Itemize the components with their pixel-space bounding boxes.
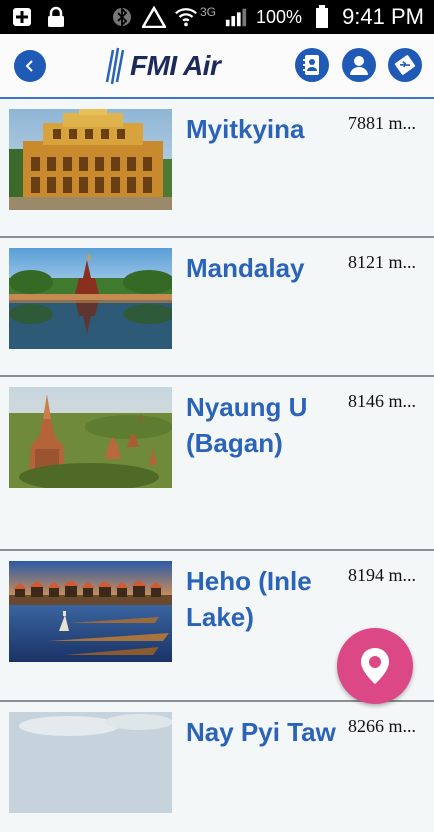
destination-thumbnail xyxy=(9,712,172,813)
destination-thumbnail xyxy=(9,248,172,349)
list-item[interactable]: Nay Pyi Taw 8266 m... xyxy=(0,702,434,832)
contacts-button[interactable] xyxy=(295,48,329,82)
destination-distance: 8121 m... xyxy=(348,252,417,272)
destination-name: Myitkyina xyxy=(186,114,305,144)
status-bar: 3G 100% 9:41 PM xyxy=(0,0,434,34)
network-type-label: 3G xyxy=(200,5,217,19)
ticket-button[interactable] xyxy=(388,48,422,82)
contacts-icon xyxy=(303,55,319,75)
destination-name: Mandalay xyxy=(186,253,305,283)
clock: 9:41 PM xyxy=(342,4,424,29)
ticket-icon xyxy=(395,55,415,75)
profile-icon xyxy=(350,56,368,75)
destination-name: Nay Pyi Taw xyxy=(186,717,336,747)
list-item[interactable]: Nyaung U (Bagan) 8146 m... xyxy=(0,377,434,551)
app-logo: FMI Air xyxy=(104,46,221,86)
add-box-icon xyxy=(10,5,34,29)
destination-thumbnail xyxy=(9,561,172,662)
destination-distance: 8146 m... xyxy=(348,391,417,411)
wifi-icon xyxy=(174,5,198,29)
back-icon xyxy=(25,60,33,72)
destination-thumbnail xyxy=(9,109,172,210)
battery-icon xyxy=(310,5,334,29)
list-item[interactable]: Myitkyina 7881 m... xyxy=(0,99,434,238)
profile-button[interactable] xyxy=(342,48,376,82)
bluetooth-icon xyxy=(110,5,134,29)
destination-distance: 8194 m... xyxy=(348,565,417,585)
destination-thumbnail xyxy=(9,387,172,488)
location-fab[interactable] xyxy=(337,628,413,704)
logo-text: FMI Air xyxy=(130,50,221,81)
logo-mark-icon xyxy=(105,47,125,85)
back-button[interactable] xyxy=(14,50,46,82)
destination-name: Nyaung U (Bagan) xyxy=(186,392,308,458)
lock-icon xyxy=(44,5,68,29)
signal-icon xyxy=(224,5,248,29)
battery-percent: 100% xyxy=(256,6,303,27)
destination-distance: 7881 m... xyxy=(348,113,417,133)
destination-list[interactable]: Myitkyina 7881 m... Mandalay 8121 m... N… xyxy=(0,99,434,832)
location-pin-icon xyxy=(361,648,389,684)
destination-name: Heho (Inle Lake) xyxy=(186,566,312,632)
warning-icon xyxy=(142,5,166,29)
app-header: FMI Air xyxy=(0,34,434,99)
list-item[interactable]: Mandalay 8121 m... xyxy=(0,238,434,377)
destination-distance: 8266 m... xyxy=(348,716,417,736)
